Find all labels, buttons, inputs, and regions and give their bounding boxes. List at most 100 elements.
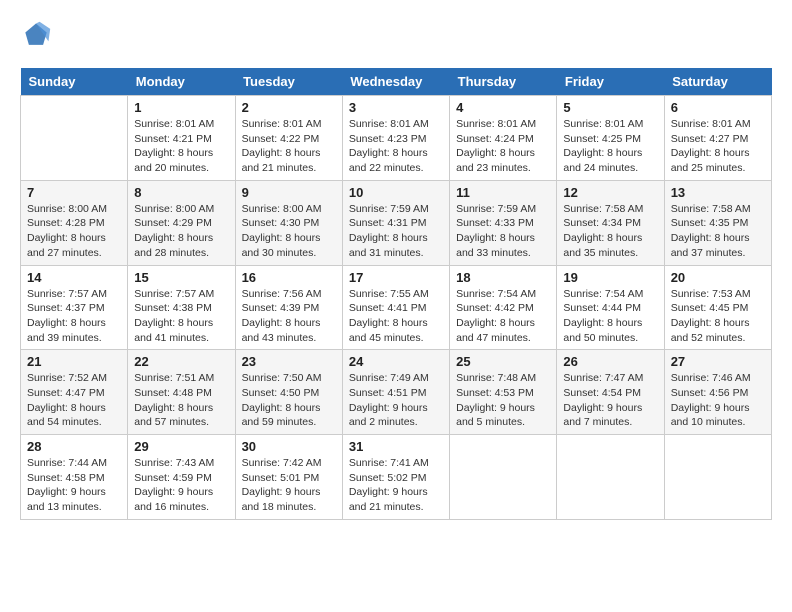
cell-info-line: Daylight: 8 hours <box>242 402 321 414</box>
cell-day-number: 1 <box>134 100 228 115</box>
cell-info-line: Daylight: 8 hours <box>242 147 321 159</box>
cell-info-line: Sunset: 4:23 PM <box>349 133 427 145</box>
cell-info-line: and 50 minutes. <box>563 332 638 344</box>
cell-info-line: Sunrise: 7:57 AM <box>27 288 107 300</box>
cell-day-number: 23 <box>242 354 336 369</box>
cell-info-line: and 22 minutes. <box>349 162 424 174</box>
cell-info: Sunrise: 7:58 AMSunset: 4:35 PMDaylight:… <box>671 202 765 261</box>
cell-info: Sunrise: 8:00 AMSunset: 4:28 PMDaylight:… <box>27 202 121 261</box>
calendar-cell: 23 Sunrise: 7:50 AMSunset: 4:50 PMDayligh… <box>235 350 342 435</box>
cell-day-number: 8 <box>134 185 228 200</box>
cell-info-line: Sunset: 4:39 PM <box>242 302 320 314</box>
cell-day-number: 9 <box>242 185 336 200</box>
cell-info-line: and 30 minutes. <box>242 247 317 259</box>
calendar-cell: 24Sunrise: 7:49 AMSunset: 4:51 PMDayligh… <box>342 350 449 435</box>
calendar-cell: 3Sunrise: 8:01 AMSunset: 4:23 PMDaylight… <box>342 96 449 181</box>
calendar-week-row: 7Sunrise: 8:00 AMSunset: 4:28 PMDaylight… <box>21 180 772 265</box>
cell-info: Sunrise: 7:50 AMSunset: 4:50 PMDaylight:… <box>242 371 336 430</box>
cell-info-line: Sunrise: 7:53 AM <box>671 288 751 300</box>
cell-info-line: Sunset: 4:56 PM <box>671 387 749 399</box>
cell-info-line: Sunrise: 7:58 AM <box>671 203 751 215</box>
weekday-header-tuesday: Tuesday <box>235 68 342 96</box>
logo <box>20 20 56 52</box>
calendar-week-row: 28Sunrise: 7:44 AMSunset: 4:58 PMDayligh… <box>21 435 772 520</box>
cell-info-line: Sunrise: 8:01 AM <box>349 118 429 130</box>
cell-info-line: and 13 minutes. <box>27 501 102 513</box>
cell-info-line: Sunset: 4:38 PM <box>134 302 212 314</box>
calendar-week-row: 21Sunrise: 7:52 AMSunset: 4:47 PMDayligh… <box>21 350 772 435</box>
cell-info-line: and 41 minutes. <box>134 332 209 344</box>
cell-info-line: and 39 minutes. <box>27 332 102 344</box>
cell-info-line: Sunrise: 7:47 AM <box>563 372 643 384</box>
cell-info-line: and 5 minutes. <box>456 416 525 428</box>
cell-info-line: Sunset: 4:44 PM <box>563 302 641 314</box>
cell-day-number: 12 <box>563 185 657 200</box>
cell-info-line: Sunrise: 7:54 AM <box>456 288 536 300</box>
cell-day-number: 13 <box>671 185 765 200</box>
calendar-cell: 22Sunrise: 7:51 AMSunset: 4:48 PMDayligh… <box>128 350 235 435</box>
calendar-cell: 31Sunrise: 7:41 AMSunset: 5:02 PMDayligh… <box>342 435 449 520</box>
cell-info: Sunrise: 7:42 AMSunset: 5:01 PMDaylight:… <box>242 456 336 515</box>
cell-info-line: Sunrise: 7:50 AM <box>242 372 322 384</box>
cell-info-line: Sunrise: 7:46 AM <box>671 372 751 384</box>
cell-info-line: and 43 minutes. <box>242 332 317 344</box>
cell-info-line: Daylight: 8 hours <box>349 317 428 329</box>
cell-info-line: Sunset: 4:53 PM <box>456 387 534 399</box>
calendar-cell: 20Sunrise: 7:53 AMSunset: 4:45 PMDayligh… <box>664 265 771 350</box>
cell-info: Sunrise: 7:53 AM Sunset: 4:45 PM Daylight:… <box>671 287 765 346</box>
cell-info: Sunrise: 7:46 AMSunset: 4:56 PMDaylight:… <box>671 371 765 430</box>
cell-info-line: Daylight: 8 hours <box>456 317 535 329</box>
cell-info-line: Sunset: 4:37 PM <box>27 302 105 314</box>
cell-info-line: Sunset: 4:21 PM <box>134 133 212 145</box>
cell-info-line: Daylight: 8 hours <box>563 232 642 244</box>
calendar-cell: 18Sunrise: 7:54 AMSunset: 4:42 PMDayligh… <box>450 265 557 350</box>
calendar-cell: 9Sunrise: 8:00 AMSunset: 4:30 PMDaylight… <box>235 180 342 265</box>
calendar-cell: 4Sunrise: 8:01 AMSunset: 4:24 PMDaylight… <box>450 96 557 181</box>
cell-day-number: 2 <box>242 100 336 115</box>
cell-info: Sunrise: 7:48 AMSunset: 4:53 PMDaylight:… <box>456 371 550 430</box>
cell-info-line: Daylight: 8 hours <box>134 317 213 329</box>
cell-day-number: 11 <box>456 185 550 200</box>
cell-info-line: Daylight: 9 hours <box>134 486 213 498</box>
cell-info: Sunrise: 7:41 AMSunset: 5:02 PMDaylight:… <box>349 456 443 515</box>
cell-info-line: and 18 minutes. <box>242 501 317 513</box>
cell-info-line: and 31 minutes. <box>349 247 424 259</box>
calendar-cell <box>664 435 771 520</box>
cell-info-line: Daylight: 9 hours <box>563 402 642 414</box>
calendar-cell: 15Sunrise: 7:57 AMSunset: 4:38 PMDayligh… <box>128 265 235 350</box>
cell-info: Sunrise: 7:55 AMSunset: 4:41 PMDaylight:… <box>349 287 443 346</box>
cell-info-line: and 24 minutes. <box>563 162 638 174</box>
cell-info-line: and 25 minutes. <box>671 162 746 174</box>
cell-info-line: Sunrise: 7:43 AM <box>134 457 214 469</box>
cell-day-number: 14 <box>27 270 121 285</box>
cell-info-line: Sunrise: 7:58 AM <box>563 203 643 215</box>
cell-info-line: Sunrise: 8:00 AM <box>134 203 214 215</box>
calendar-cell: 16Sunrise: 7:56 AMSunset: 4:39 PMDayligh… <box>235 265 342 350</box>
cell-info-line: Sunset: 4:33 PM <box>456 217 534 229</box>
cell-day-number: 18 <box>456 270 550 285</box>
cell-info: Sunrise: 7:57 AMSunset: 4:37 PMDaylight:… <box>27 287 121 346</box>
calendar-cell: 27Sunrise: 7:46 AMSunset: 4:56 PMDayligh… <box>664 350 771 435</box>
cell-info: Sunrise: 7:43 AMSunset: 4:59 PMDaylight:… <box>134 456 228 515</box>
cell-info-line: Sunset: 4:24 PM <box>456 133 534 145</box>
cell-info-line: Daylight: 8 hours <box>563 317 642 329</box>
cell-info-line: Sunrise: 7:41 AM <box>349 457 429 469</box>
calendar-cell: 17Sunrise: 7:55 AMSunset: 4:41 PMDayligh… <box>342 265 449 350</box>
cell-info-line: Daylight: 8 hours <box>134 402 213 414</box>
calendar-cell: 14Sunrise: 7:57 AMSunset: 4:37 PMDayligh… <box>21 265 128 350</box>
cell-info: Sunrise: 7:52 AMSunset: 4:47 PMDaylight:… <box>27 371 121 430</box>
cell-info-line: Sunrise: 7:59 AM <box>349 203 429 215</box>
weekday-header-sunday: Sunday <box>21 68 128 96</box>
cell-info-line: Sunset: 4:25 PM <box>563 133 641 145</box>
cell-info-line: Daylight: 8 hours <box>242 317 321 329</box>
cell-info-line: and 57 minutes. <box>134 416 209 428</box>
cell-info-line: Daylight: 8 hours <box>671 317 750 329</box>
cell-info-line: Sunrise: 8:01 AM <box>456 118 536 130</box>
cell-info-line: Sunset: 4:58 PM <box>27 472 105 484</box>
cell-day-number: 6 <box>671 100 765 115</box>
cell-info-line: and 16 minutes. <box>134 501 209 513</box>
cell-info-line: and 23 minutes. <box>456 162 531 174</box>
cell-info-line: Sunset: 4:45 PM <box>671 302 749 314</box>
calendar-cell: 29Sunrise: 7:43 AMSunset: 4:59 PMDayligh… <box>128 435 235 520</box>
calendar-cell: 6Sunrise: 8:01 AMSunset: 4:27 PMDaylight… <box>664 96 771 181</box>
